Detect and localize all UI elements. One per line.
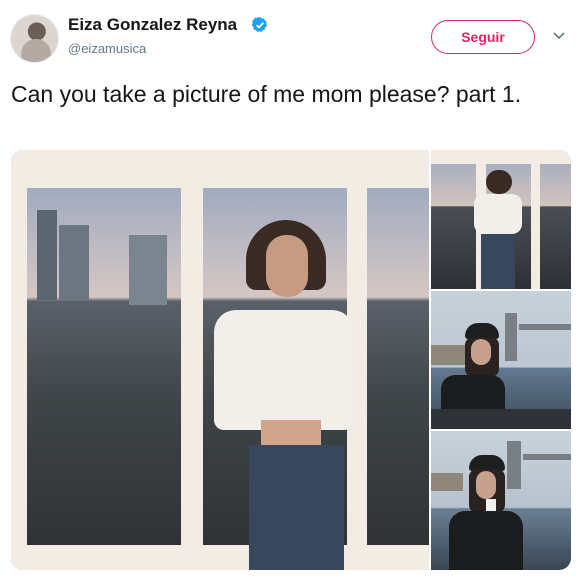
- verified-badge-icon: [251, 17, 267, 32]
- photo-thumb-3[interactable]: [431, 431, 571, 570]
- follow-button[interactable]: Seguir: [431, 20, 535, 54]
- photo-thumb-2[interactable]: [431, 291, 571, 429]
- photo-main[interactable]: [11, 150, 429, 570]
- tweet-header: Eiza Gonzalez Reyna @eizamusica Seguir: [0, 0, 583, 70]
- tweet-text: Can you take a picture of me mom please?…: [11, 81, 522, 107]
- photo-thumb-1[interactable]: [431, 150, 571, 289]
- chevron-down-icon[interactable]: [553, 32, 565, 40]
- display-name[interactable]: Eiza Gonzalez Reyna: [68, 15, 237, 35]
- media-grid: [11, 150, 571, 570]
- avatar[interactable]: [10, 14, 59, 63]
- user-handle[interactable]: @eizamusica: [68, 41, 146, 56]
